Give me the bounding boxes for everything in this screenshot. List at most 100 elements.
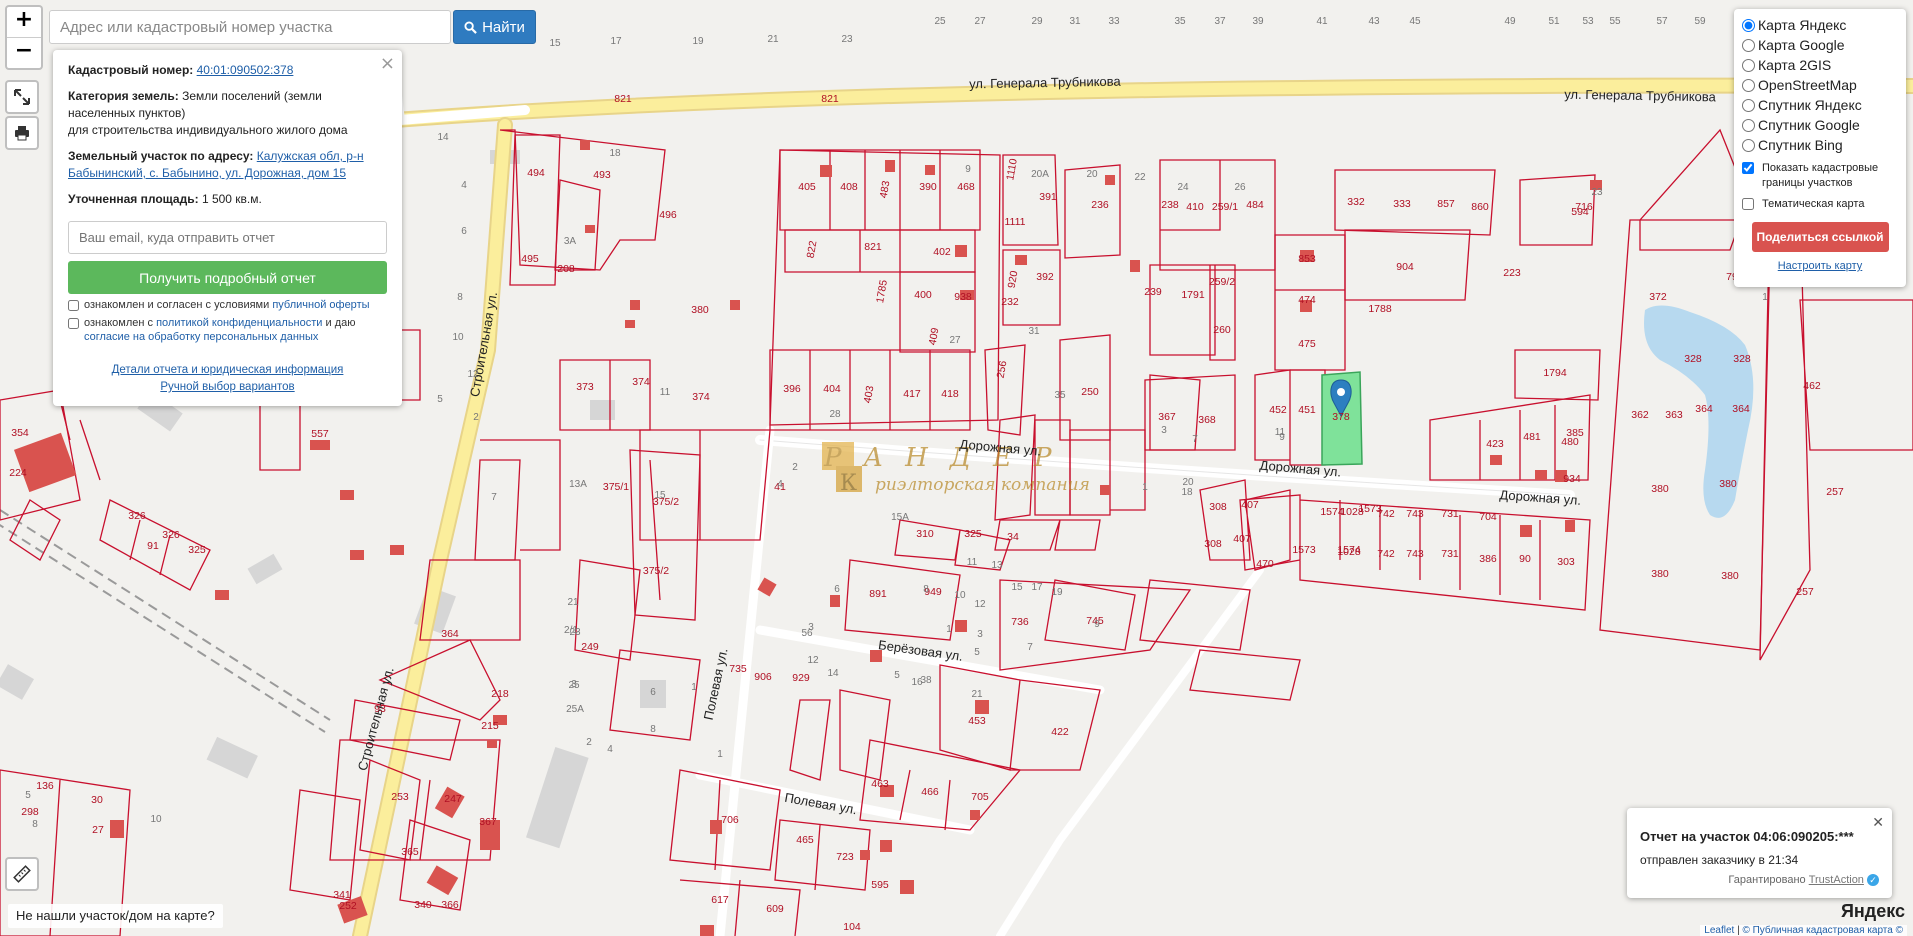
configure-map-link[interactable]: Настроить карту: [1778, 260, 1863, 272]
house-number: 12: [974, 599, 986, 610]
parcel-number: 354: [11, 427, 29, 439]
parcel-number: 303: [1557, 556, 1575, 568]
pkk-link[interactable]: © Публичная кадастровая карта ©: [1742, 925, 1903, 936]
house-number: 6: [834, 584, 840, 595]
privacy-checkbox[interactable]: [68, 318, 79, 329]
parcel-number: 452: [1269, 404, 1287, 416]
house-number: 11: [1275, 427, 1286, 438]
trustaction-link[interactable]: TrustAction: [1809, 874, 1864, 886]
parcel-number: 706: [721, 814, 739, 826]
house-number: 8: [650, 724, 656, 735]
close-icon[interactable]: ×: [380, 53, 395, 74]
layer-radio[interactable]: [1742, 118, 1755, 132]
cadastral-number-link[interactable]: 40:01:090502:378: [197, 63, 294, 77]
house-number: 15А: [891, 512, 909, 523]
ruler-button[interactable]: [5, 857, 39, 891]
parcel-number: 716: [1575, 201, 1593, 213]
fullscreen-button[interactable]: [5, 80, 39, 114]
thematic-checkbox[interactable]: [1742, 198, 1754, 210]
search-input[interactable]: [49, 10, 451, 44]
parcel-number: 136: [36, 780, 54, 792]
print-button[interactable]: [5, 116, 39, 150]
house-number: 12: [467, 369, 479, 380]
parcel-number: 462: [1803, 380, 1821, 392]
parcel-number: 260: [1213, 324, 1231, 336]
parcel-number: 705: [971, 791, 989, 803]
parcel-number: 934: [1563, 473, 1581, 485]
personal-data-link[interactable]: согласие на обработку персональных данны…: [84, 331, 318, 343]
parcel-number: 821: [864, 241, 882, 253]
house-number: 5: [974, 647, 980, 658]
close-icon[interactable]: ✕: [1872, 815, 1884, 831]
parcel-number: 368: [1198, 414, 1216, 426]
house-number: 11: [660, 387, 671, 398]
privacy-link[interactable]: политикой конфиденциальности: [156, 317, 322, 329]
zoom-out-button[interactable]: −: [7, 37, 41, 68]
house-number: 11: [967, 557, 978, 568]
not-found-link[interactable]: Не нашли участок/дом на карте?: [8, 904, 223, 928]
parcel-number: 418: [941, 388, 959, 400]
layer-option[interactable]: Карта 2GIS: [1742, 55, 1898, 75]
offer-link[interactable]: публичной оферты: [272, 299, 369, 311]
consent1-text: ознакомлен и согласен с условиями: [84, 299, 270, 311]
layer-option[interactable]: Карта Google: [1742, 35, 1898, 55]
house-number: 23: [1591, 187, 1603, 198]
street-label: ул. Генерала Трубникова: [969, 74, 1122, 92]
show-borders-option[interactable]: Показать кадастровые границы участков: [1742, 161, 1898, 191]
house-number: 10: [150, 814, 162, 825]
manual-choice-link[interactable]: Ручной выбор вариантов: [160, 381, 294, 393]
house-number: 20: [1086, 169, 1098, 180]
parcel-number: 93: [374, 703, 386, 715]
layer-radio[interactable]: [1742, 58, 1755, 72]
svg-text:риэлторская компания: риэлторская компания: [875, 475, 1090, 495]
layer-option[interactable]: Карта Яндекс: [1742, 15, 1898, 35]
house-number: 1: [691, 682, 697, 693]
share-link-button[interactable]: Поделиться ссылкой: [1751, 222, 1889, 252]
layer-option[interactable]: Спутник Bing: [1742, 135, 1898, 155]
layer-radio[interactable]: [1742, 78, 1755, 92]
layer-radio[interactable]: [1742, 18, 1755, 32]
parcel-number: 326: [128, 510, 146, 522]
parcel-number: 333: [1393, 198, 1411, 210]
parcel-number: 1573: [1292, 544, 1316, 556]
house-number: 15: [549, 38, 561, 49]
house-number: 35: [1054, 390, 1066, 401]
house-number: 3: [1161, 425, 1167, 436]
house-number: 12: [807, 655, 819, 666]
offer-checkbox[interactable]: [68, 300, 79, 311]
house-number: 16: [911, 677, 923, 688]
thematic-option[interactable]: Тематическая карта: [1742, 197, 1898, 212]
house-number: 31: [1069, 16, 1081, 27]
notification-subtitle: отправлен заказчику в 21:34: [1640, 853, 1799, 867]
house-number: 31: [1028, 326, 1040, 337]
parcel-number: 470: [1256, 558, 1274, 570]
attribution-separator: |: [1737, 925, 1740, 936]
zoom-in-button[interactable]: +: [7, 7, 41, 37]
layer-radio[interactable]: [1742, 138, 1755, 152]
report-details-link[interactable]: Детали отчета и юридическая информация: [112, 364, 344, 376]
get-report-button[interactable]: Получить подробный отчет: [68, 261, 387, 294]
layer-radio[interactable]: [1742, 98, 1755, 112]
layer-option[interactable]: Спутник Яндекс: [1742, 95, 1898, 115]
parcel-number: 259/2: [1209, 276, 1235, 288]
house-number: 20А: [1031, 169, 1049, 180]
search-button[interactable]: Найти: [453, 10, 536, 44]
email-field[interactable]: [68, 221, 387, 254]
parcel-number: 238: [1161, 199, 1179, 211]
search-button-label: Найти: [482, 18, 525, 36]
house-number: 5: [437, 394, 443, 405]
show-borders-checkbox[interactable]: [1742, 162, 1754, 174]
layer-option[interactable]: OpenStreetMap: [1742, 75, 1898, 95]
parcel-number: 557: [311, 428, 329, 440]
parcel-number: 1794: [1543, 367, 1567, 379]
parcel-number: 224: [9, 467, 27, 479]
parcel-number: 494: [527, 167, 545, 179]
house-number: 17: [1031, 582, 1043, 593]
leaflet-link[interactable]: Leaflet: [1704, 925, 1734, 936]
house-number: 8: [32, 819, 38, 830]
layer-radio[interactable]: [1742, 38, 1755, 52]
layer-option[interactable]: Спутник Google: [1742, 115, 1898, 135]
parcel-number: 363: [1665, 409, 1683, 421]
parcel-number: 91: [147, 540, 159, 552]
zoom-control: + −: [5, 5, 43, 70]
